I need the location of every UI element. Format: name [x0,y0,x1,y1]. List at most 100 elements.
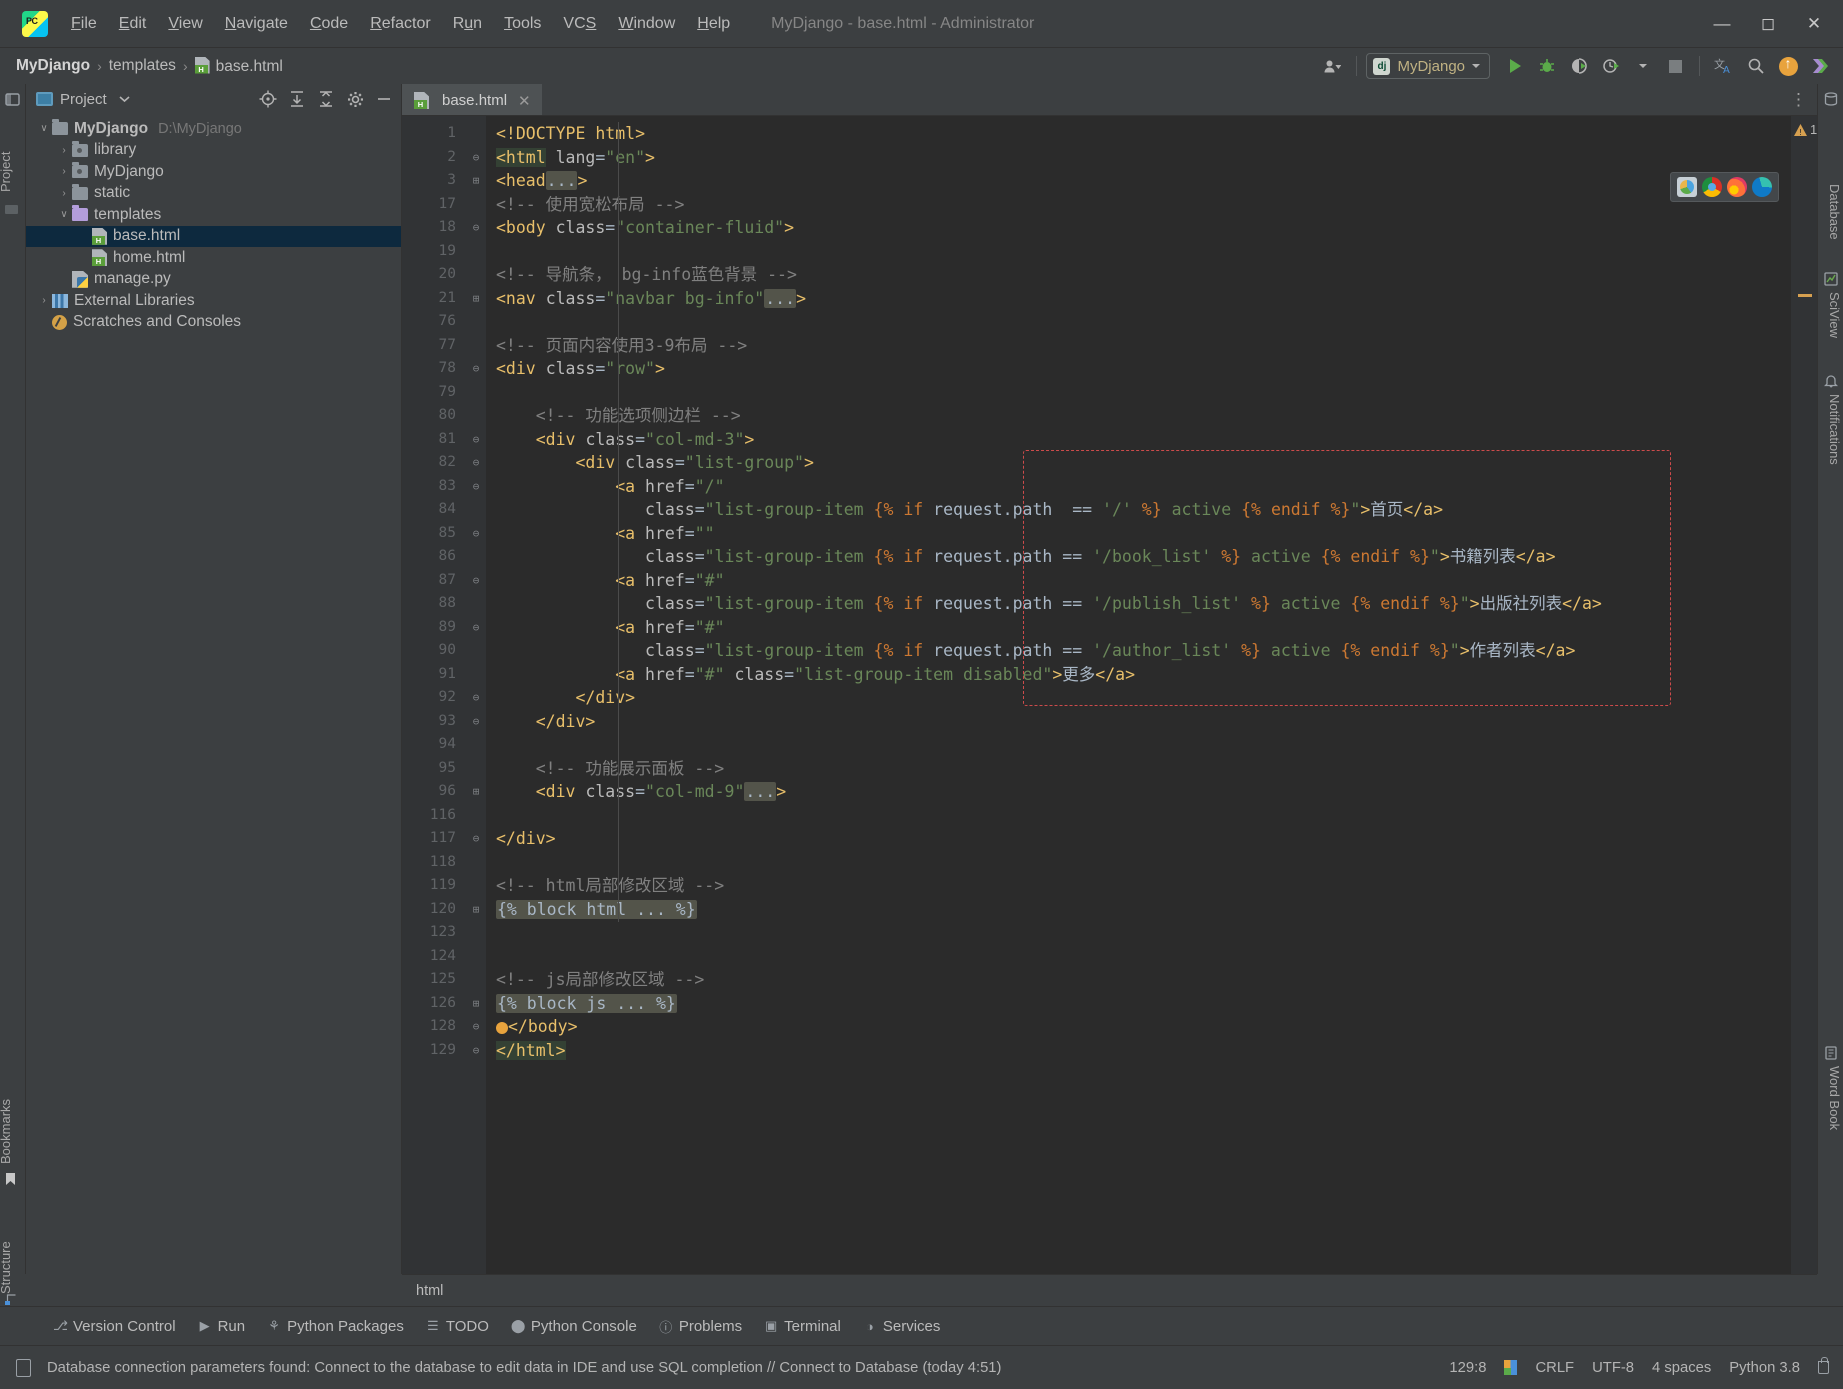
code-line[interactable]: <body class="container-fluid"> [486,216,1791,240]
tree-node-static[interactable]: › static [26,183,401,205]
code-line[interactable]: <nav class="navbar bg-info"...> [486,287,1791,311]
tool-window-todo[interactable]: ☰ TODO [417,1314,498,1339]
menu-edit[interactable]: Edit [108,10,158,38]
menu-file[interactable]: File [60,10,108,38]
error-stripe-markers[interactable]: ! 1 [1791,116,1817,1274]
database-status-icon[interactable] [16,1358,31,1377]
code-line[interactable] [486,851,1791,875]
collapse-all-icon[interactable] [315,88,337,110]
left-tab-project[interactable]: Project [0,152,13,192]
tool-window-run[interactable]: ▶ Run [189,1314,255,1339]
breadcrumb-item-mydjango[interactable]: MyDjango [16,57,90,75]
browser-preview-toolbar[interactable] [1670,172,1779,202]
left-tab-bookmarks[interactable]: Bookmarks [0,1099,13,1164]
search-everywhere-icon[interactable] [1741,52,1771,80]
fold-toggle-icon[interactable]: ⊖ [466,1039,486,1063]
stripe-marker-warning[interactable] [1798,294,1812,297]
code-folding-gutter[interactable]: ⊖ ⊞ ⊖ ⊞ ⊖ ⊖ ⊖ ⊖ ⊖ ⊖ ⊖ ⊖ ⊖ ⊞ ⊖ ⊞ ⊞ ⊖ ⊖ [466,116,486,1274]
code-content[interactable]: <!DOCTYPE html> <html lang="en"> <head...>… [486,116,1791,1274]
editor-breadcrumb[interactable]: html [416,1283,443,1299]
fold-toggle-icon[interactable]: ⊖ [466,522,486,546]
fold-toggle-icon[interactable]: ⊞ [466,992,486,1016]
menu-refactor[interactable]: Refactor [359,10,441,38]
menu-help[interactable]: Help [686,10,741,38]
code-line[interactable]: <!-- 功能展示面板 --> [486,757,1791,781]
code-line[interactable]: </body> [486,1015,1791,1039]
code-line[interactable]: </div> [486,710,1791,734]
run-with-coverage-icon[interactable] [1564,52,1594,80]
left-tab-structure[interactable]: Structure [0,1241,13,1294]
code-line[interactable]: class="list-group-item {% if request.pat… [486,545,1791,569]
structure-icon[interactable] [5,1292,20,1307]
code-line[interactable]: <a href="/" [486,475,1791,499]
tree-node-mydjango[interactable]: ∨ MyDjango D:\MyDjango [26,118,401,140]
sciview-strip-icon[interactable] [1824,272,1839,287]
translate-icon[interactable]: 文A [1709,52,1739,80]
code-line[interactable]: <!-- 功能选项侧边栏 --> [486,404,1791,428]
stop-icon[interactable] [1660,52,1690,80]
fold-toggle-icon[interactable]: ⊞ [466,898,486,922]
code-line[interactable]: </div> [486,686,1791,710]
code-line[interactable]: </html> [486,1039,1791,1063]
profiler-dropdown-icon[interactable] [1628,52,1658,80]
locate-icon[interactable] [257,88,279,110]
ide-assistant-icon[interactable] [1805,52,1835,80]
maximize-button[interactable]: ◻ [1745,6,1791,42]
fold-toggle-icon[interactable]: ⊖ [466,216,486,240]
edge-dev-icon[interactable] [1677,177,1697,197]
code-line[interactable]: <!-- html局部修改区域 --> [486,874,1791,898]
menu-navigate[interactable]: Navigate [214,10,299,38]
code-line[interactable]: <div class="list-group"> [486,451,1791,475]
code-line[interactable] [486,310,1791,334]
editor-options-icon[interactable]: ⋮ [1790,84,1813,116]
code-line[interactable]: {% block js ... %} [486,992,1791,1016]
tool-window-python-packages[interactable]: ⚘ Python Packages [258,1314,413,1339]
menu-tools[interactable]: Tools [493,10,552,38]
fold-toggle-icon[interactable]: ⊖ [466,686,486,710]
lock-icon[interactable] [1818,1357,1829,1374]
tree-node-library[interactable]: › library [26,140,401,162]
minimize-button[interactable]: — [1699,6,1745,42]
project-strip-icon[interactable] [5,92,20,107]
fold-toggle-icon[interactable]: ⊞ [466,287,486,311]
code-line[interactable] [486,945,1791,969]
run-configuration-selector[interactable]: dj MyDjango [1366,53,1490,79]
firefox-icon[interactable] [1727,177,1747,197]
fold-toggle-icon[interactable]: ⊖ [466,616,486,640]
code-line[interactable]: <html lang="en"> [486,146,1791,170]
tool-window-terminal[interactable]: ▣ Terminal [755,1314,850,1339]
status-message[interactable]: Database connection parameters found: Co… [47,1360,1449,1376]
code-line[interactable]: <a href="#" [486,569,1791,593]
menu-view[interactable]: View [157,10,213,38]
fold-toggle-icon[interactable]: ⊞ [466,169,486,193]
tree-node-base-html[interactable]: base.html [26,225,401,247]
tree-node-external-libraries[interactable]: › External Libraries [26,290,401,312]
line-separator[interactable]: CRLF [1535,1360,1574,1376]
gear-icon[interactable] [344,88,366,110]
menu-window[interactable]: Window [607,10,686,38]
tool-window-version-control[interactable]: ⎇ Version Control [44,1314,185,1339]
chevron-down-icon[interactable]: ∨ [36,123,52,134]
chevron-right-icon[interactable]: › [36,295,52,306]
code-line[interactable]: <!-- 导航条， bg-info蓝色背景 --> [486,263,1791,287]
tool-window-problems[interactable]: ⓘ Problems [650,1313,751,1340]
fold-toggle-icon[interactable]: ⊖ [466,827,486,851]
menu-vcs[interactable]: VCS [552,10,607,38]
right-tab-sciview[interactable]: SciView [1827,292,1842,338]
right-tab-wordbook[interactable]: Word Book [1827,1066,1842,1130]
right-tab-notifications[interactable]: Notifications [1827,394,1842,465]
expand-all-icon[interactable] [286,88,308,110]
code-line[interactable]: <!-- 使用宽松布局 --> [486,193,1791,217]
code-line[interactable] [486,733,1791,757]
profile-settings-icon[interactable] [1317,52,1347,80]
chevron-right-icon[interactable]: › [56,188,72,199]
fold-toggle-icon[interactable]: ⊖ [466,710,486,734]
run-icon[interactable] [1500,52,1530,80]
code-line[interactable] [486,804,1791,828]
file-encoding[interactable]: UTF-8 [1592,1360,1634,1376]
editor-tab-base-html[interactable]: base.html ✕ [402,84,542,115]
fold-toggle-icon[interactable]: ⊖ [466,569,486,593]
chevron-right-icon[interactable]: › [56,166,72,177]
profiler-icon[interactable] [1596,52,1626,80]
tool-window-services[interactable]: ◑ Services [854,1314,950,1339]
